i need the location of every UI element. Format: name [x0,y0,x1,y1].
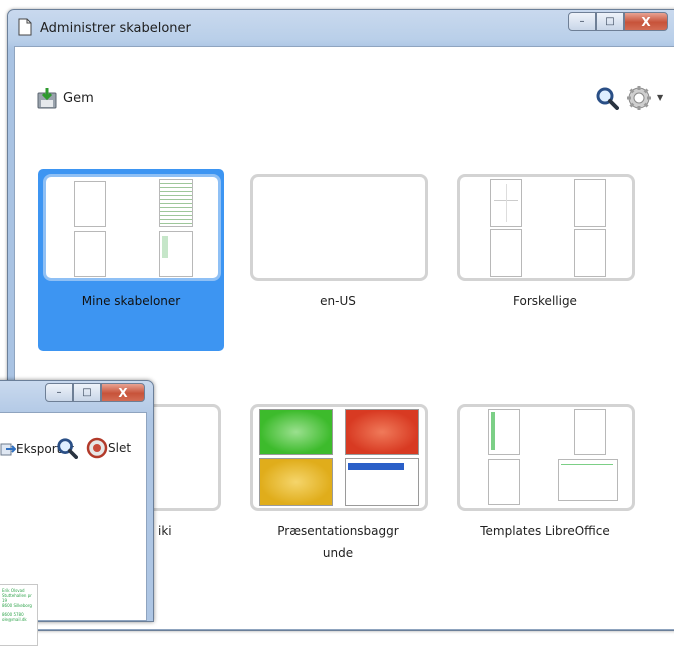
minimize-button[interactable]: – [568,12,596,31]
template-page [74,231,106,277]
delete-button[interactable]: Slet [86,437,131,459]
delete-icon [86,437,108,459]
template-page [574,179,606,227]
save-label: Gem [63,90,94,106]
folder-thumbnail [250,174,428,281]
folder-thumbnail [457,174,635,281]
template-page [488,459,520,505]
close-icon: X [641,14,651,29]
doc-line: Stuttehallen pr 19 [2,593,32,603]
folder-tile[interactable]: Mine skabeloner [38,169,224,351]
folder-tile[interactable]: en-US [245,169,431,351]
presentation-slide [345,409,419,455]
folder-tile[interactable]: Forskellige [452,169,638,351]
secondary-window: – □ X Eksporter Slet Erik Olsvad Stutteh… [0,380,154,646]
chevron-down-icon[interactable]: ▼ [657,93,663,102]
template-page [159,179,193,227]
folder-label: Templates LibreOffice [480,524,610,538]
folder-label: Præsentationsbaggr unde [277,524,399,560]
close-button[interactable]: X [101,383,145,402]
document-icon [18,18,32,36]
maximize-button[interactable]: □ [73,383,101,402]
export-icon [0,443,16,456]
folder-thumbnail [250,404,428,511]
template-page [574,229,606,277]
search-icon[interactable] [56,437,78,459]
doc-line: ole@mail.dk [2,617,27,622]
folder-label: en-US [320,294,356,308]
template-page [490,229,522,277]
folder-tile[interactable]: Templates LibreOffice [452,399,638,581]
minimize-button[interactable]: – [45,383,73,402]
close-icon: X [118,385,128,400]
presentation-slide [345,458,419,506]
maximize-icon: □ [82,387,92,398]
minimize-icon: – [579,16,585,27]
save-button[interactable]: Gem [37,87,94,109]
window-controls: – □ X [568,12,668,31]
doc-line: 8600 Silkeborg [2,603,32,608]
template-page [159,231,193,277]
folder-tile[interactable]: Præsentationsbaggr unde [245,399,431,581]
presentation-slide [259,409,333,455]
maximize-button[interactable]: □ [596,12,624,31]
presentation-slide [259,458,333,506]
template-page [574,409,606,455]
minimize-icon: – [56,387,62,398]
gear-icon[interactable] [626,85,652,111]
window-controls: – □ X [45,383,145,402]
window-client-area: Eksporter Slet Erik Olsvad Stuttehallen … [0,412,147,646]
template-page [488,409,520,455]
template-page [490,179,522,227]
maximize-icon: □ [605,16,615,27]
folder-thumbnail [457,404,635,511]
close-button[interactable]: X [624,12,668,31]
folder-label: Forskellige [513,294,577,308]
template-page [74,181,106,227]
save-icon [37,88,57,109]
document-thumbnail: Erik Olsvad Stuttehallen pr 19 8600 Silk… [0,584,38,646]
search-icon[interactable] [595,86,619,110]
folder-thumbnail [43,174,221,281]
delete-label: Slet [108,441,132,455]
folder-label: Mine skabeloner [81,294,181,308]
template-page [558,459,618,501]
window-title: Administrer skabeloner [40,21,191,36]
